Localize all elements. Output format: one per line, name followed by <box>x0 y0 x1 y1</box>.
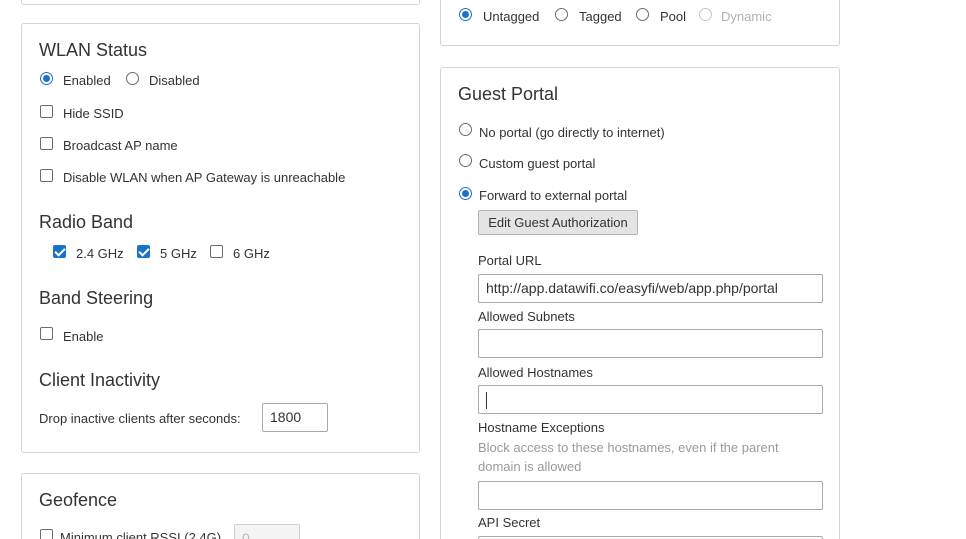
band-steering-title: Band Steering <box>39 288 154 308</box>
client-inactivity-label: Drop inactive clients after seconds: <box>39 411 241 426</box>
vlan-untagged-radio[interactable] <box>459 8 472 21</box>
min-rssi-label: Minimum client RSSI (2.4G) <box>60 530 222 539</box>
band-5ghz-label: 5 GHz <box>160 246 197 261</box>
wlan-status-title: WLAN Status <box>39 40 148 60</box>
disable-wlan-unreachable-label: Disable WLAN when AP Gateway is unreacha… <box>63 170 346 185</box>
vlan-pool-label: Pool <box>660 9 687 24</box>
edit-guest-authorization-button[interactable]: Edit Guest Authorization <box>478 210 638 235</box>
vlan-dynamic-radio[interactable] <box>699 8 712 21</box>
vlan-tagged-label: Tagged <box>579 9 622 24</box>
allowed-subnets-label: Allowed Subnets <box>478 309 575 324</box>
portal-url-label: Portal URL <box>478 253 542 268</box>
no-portal-label: No portal (go directly to internet) <box>479 125 665 140</box>
custom-portal-radio[interactable] <box>459 154 472 167</box>
band-steering-enable-checkbox[interactable] <box>40 327 53 340</box>
band-6ghz-checkbox[interactable] <box>210 245 223 258</box>
text-caret <box>486 391 487 409</box>
radio-band-title: Radio Band <box>39 212 134 232</box>
hostname-exceptions-input[interactable] <box>478 481 823 510</box>
hide-ssid-checkbox[interactable] <box>40 105 53 118</box>
band-5ghz-checkbox[interactable] <box>137 245 150 258</box>
client-inactivity-input[interactable]: 1800 <box>262 403 328 432</box>
hostname-exceptions-help-line2: domain is allowed <box>478 459 582 474</box>
wlan-enabled-radio[interactable] <box>40 72 53 85</box>
vlan-pool-radio[interactable] <box>636 8 649 21</box>
external-portal-label: Forward to external portal <box>479 188 628 203</box>
wlan-disabled-radio[interactable] <box>126 72 139 85</box>
band-2-4ghz-label: 2.4 GHz <box>76 246 124 261</box>
allowed-subnets-input[interactable] <box>478 329 823 358</box>
guest-portal-title: Guest Portal <box>458 84 559 104</box>
band-steering-enable-label: Enable <box>63 329 104 344</box>
wlan-settings-card: WLAN Status Enabled Disabled Hide SSID B… <box>21 23 420 453</box>
vlan-untagged-label: Untagged <box>483 9 540 24</box>
top-left-card <box>21 0 420 5</box>
custom-portal-label: Custom guest portal <box>479 156 596 171</box>
no-portal-radio[interactable] <box>459 123 472 136</box>
vlan-tagged-radio[interactable] <box>555 8 568 21</box>
vlan-dynamic-label: Dynamic <box>721 9 772 24</box>
allowed-hostnames-input[interactable] <box>478 385 823 414</box>
wlan-enabled-label: Enabled <box>63 73 111 88</box>
band-2-4ghz-checkbox[interactable] <box>53 245 66 258</box>
hide-ssid-label: Hide SSID <box>63 106 124 121</box>
portal-url-input[interactable]: http://app.datawifi.co/easyfi/web/app.ph… <box>478 274 823 303</box>
hostname-exceptions-help-line1: Block access to these hostnames, even if… <box>478 440 779 455</box>
allowed-hostnames-label: Allowed Hostnames <box>478 365 593 380</box>
api-secret-label: API Secret <box>478 515 541 530</box>
band-6ghz-label: 6 GHz <box>233 246 270 261</box>
broadcast-ap-name-label: Broadcast AP name <box>63 138 178 153</box>
external-portal-radio[interactable] <box>459 187 472 200</box>
geofence-title: Geofence <box>39 490 118 510</box>
vlan-card: Untagged Tagged Pool Dynamic <box>440 0 840 46</box>
hostname-exceptions-label: Hostname Exceptions <box>478 420 605 435</box>
min-rssi-input[interactable]: 0 <box>234 524 300 539</box>
client-inactivity-title: Client Inactivity <box>39 370 161 390</box>
guest-portal-card: Guest Portal No portal (go directly to i… <box>440 67 840 539</box>
wlan-disabled-label: Disabled <box>149 73 200 88</box>
disable-wlan-unreachable-checkbox[interactable] <box>40 169 53 182</box>
broadcast-ap-name-checkbox[interactable] <box>40 137 53 150</box>
min-rssi-checkbox[interactable] <box>40 529 53 539</box>
geofence-card: Geofence Minimum client RSSI (2.4G) 0 <box>21 473 420 539</box>
